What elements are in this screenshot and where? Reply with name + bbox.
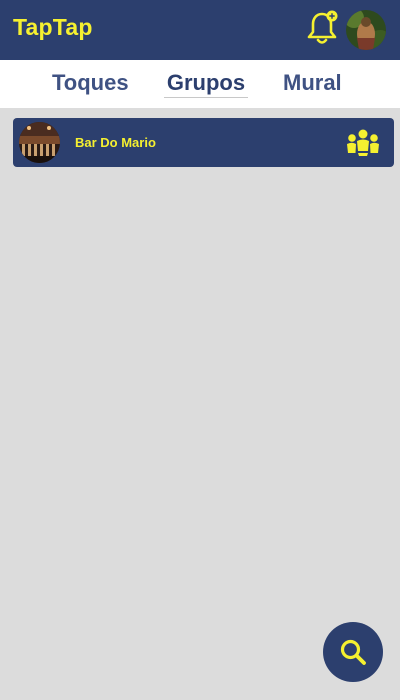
app-title: TapTap — [13, 14, 93, 40]
group-avatar — [19, 122, 60, 163]
group-avatar-image — [19, 122, 60, 163]
tab-grupos[interactable]: Grupos — [164, 70, 248, 98]
tab-toques[interactable]: Toques — [52, 70, 129, 97]
bell-plus-icon — [307, 10, 338, 44]
tab-mural[interactable]: Mural — [283, 70, 342, 97]
notification-button[interactable] — [306, 10, 340, 46]
group-members-icon — [345, 129, 381, 157]
user-avatar[interactable] — [346, 10, 386, 50]
app-bar: TapTap — [0, 0, 400, 60]
tab-bar: Toques Grupos Mural — [0, 60, 400, 108]
group-list-item[interactable]: Bar Do Mario — [13, 118, 394, 167]
avatar-image — [346, 10, 386, 50]
search-button[interactable] — [323, 622, 383, 682]
group-name: Bar Do Mario — [75, 135, 156, 150]
search-icon — [340, 639, 366, 665]
